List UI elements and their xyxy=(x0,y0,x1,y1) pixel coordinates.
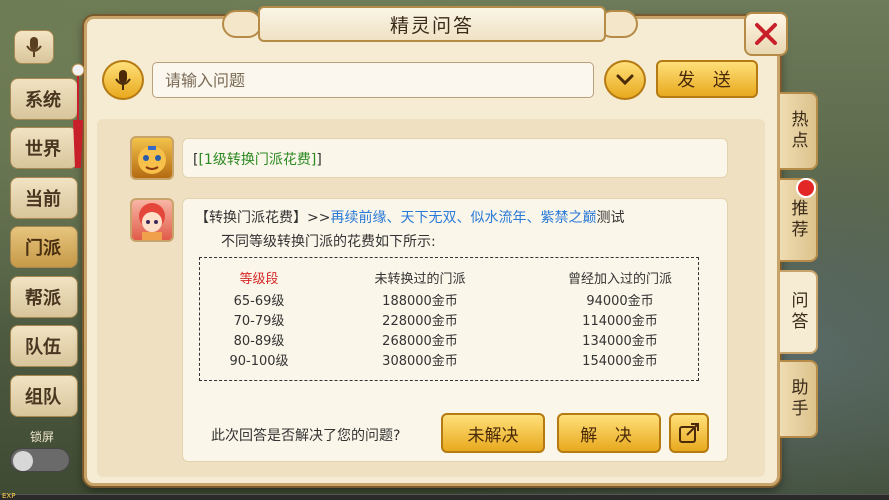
resolved-button[interactable]: 解 决 xyxy=(557,413,661,453)
channel-current[interactable]: 当前 xyxy=(10,177,78,219)
question-bubble: [[1级转换门派花费]] xyxy=(182,138,728,178)
left-mic-button[interactable] xyxy=(14,30,54,64)
channel-guild[interactable]: 帮派 xyxy=(10,276,78,318)
feedback-question: 此次回答是否解决了您的问题? xyxy=(211,428,401,444)
tassel-ornament-icon xyxy=(71,63,85,168)
channel-team[interactable]: 队伍 xyxy=(10,325,78,367)
tab-assistant[interactable]: 助手 xyxy=(780,360,818,438)
question-text: [[1级转换门派花费]] xyxy=(193,152,322,168)
voice-input-button[interactable] xyxy=(102,60,144,100)
dialog-title: 精灵问答 xyxy=(258,6,606,42)
toggle-knob xyxy=(13,451,33,471)
exp-label: EXP xyxy=(2,492,16,500)
exp-bar xyxy=(0,494,889,500)
cost-table: 等级段 未转换过的门派 曾经加入过的门派 65-69级 188000金币 940… xyxy=(199,257,699,381)
table-header-row: 等级段 未转换过的门派 曾经加入过的门派 xyxy=(239,272,672,287)
channel-system[interactable]: 系统 xyxy=(10,78,78,120)
lock-screen-label: 锁屏 xyxy=(30,430,55,444)
microphone-icon xyxy=(26,37,42,57)
channel-faction[interactable]: 门派 xyxy=(10,226,78,268)
unresolved-button[interactable]: 未解决 xyxy=(441,413,545,453)
answer-title-line: 【转换门派花费】>>再续前缘、天下无双、似水流年、紫禁之巅测试 xyxy=(195,210,625,226)
share-icon xyxy=(679,423,699,443)
chevron-down-icon xyxy=(616,74,634,86)
answer-bubble: 【转换门派花费】>>再续前缘、天下无双、似水流年、紫禁之巅测试 不同等级转换门派… xyxy=(182,198,728,462)
share-button[interactable] xyxy=(669,413,709,453)
notification-badge xyxy=(796,178,816,198)
channel-world[interactable]: 世界 xyxy=(10,127,78,169)
question-input[interactable] xyxy=(152,62,594,98)
tab-qa[interactable]: 问答 xyxy=(780,270,818,354)
server-links[interactable]: 再续前缘、天下无双、似水流年、紫禁之巅 xyxy=(330,210,596,226)
close-icon xyxy=(755,23,777,45)
player-avatar xyxy=(130,136,174,180)
table-row: 70-79级 228000金币 114000金币 xyxy=(233,314,658,329)
lock-screen-toggle[interactable] xyxy=(10,448,70,472)
spirit-avatar xyxy=(130,198,174,242)
fairy-avatar-icon xyxy=(139,203,165,240)
send-button[interactable]: 发 送 xyxy=(656,60,758,98)
title-ornament-left xyxy=(222,10,262,38)
tab-hot[interactable]: 热点 xyxy=(780,92,818,170)
table-row: 90-100级 308000金币 154000金币 xyxy=(229,354,658,369)
microphone-icon xyxy=(115,70,131,90)
tiger-avatar-icon xyxy=(138,146,166,174)
table-row: 80-89级 268000金币 134000金币 xyxy=(233,334,658,349)
close-button[interactable] xyxy=(744,12,788,56)
answer-subtitle: 不同等级转换门派的花费如下所示: xyxy=(221,234,436,250)
channel-group[interactable]: 组队 xyxy=(10,375,78,417)
history-dropdown-button[interactable] xyxy=(604,60,646,100)
table-row: 65-69级 188000金币 94000金币 xyxy=(233,294,654,309)
